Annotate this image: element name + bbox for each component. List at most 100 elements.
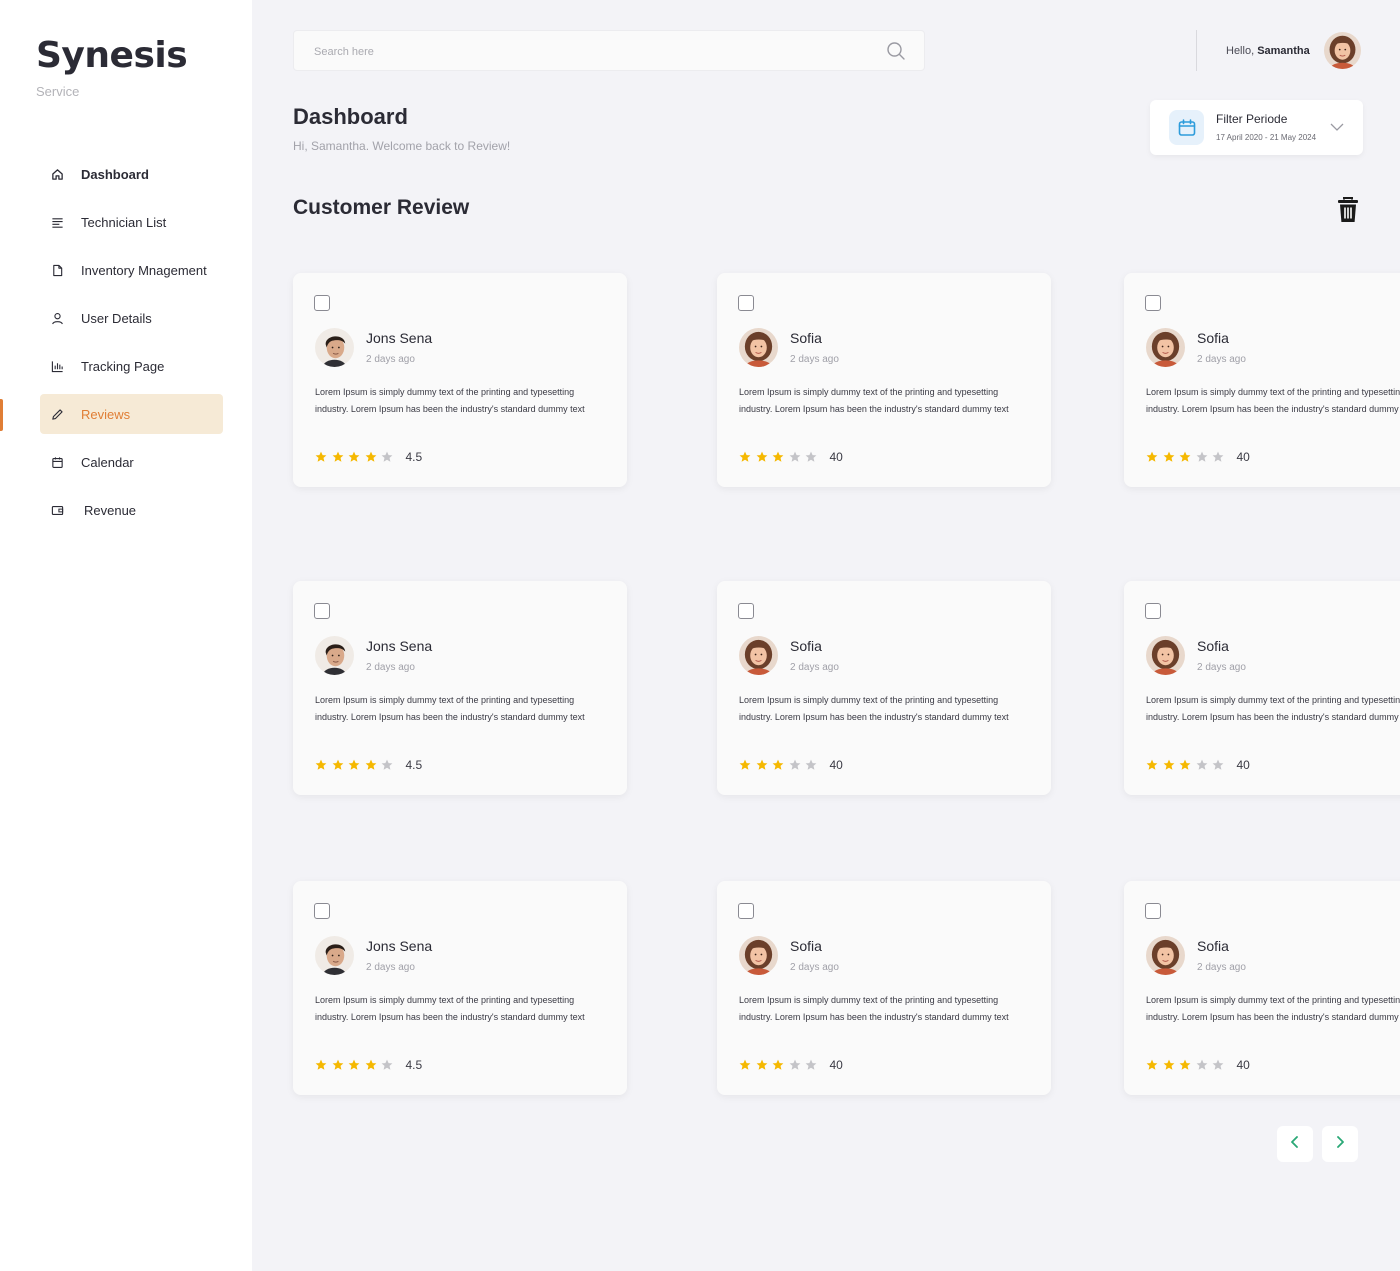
star-icon: [332, 1059, 343, 1070]
review-checkbox[interactable]: [738, 603, 754, 619]
star-icon: [756, 1059, 767, 1070]
sidebar-item-user-details[interactable]: User Details: [40, 298, 223, 338]
star-icon: [1146, 451, 1158, 462]
reviewer-name: Jons Sena: [366, 638, 433, 654]
star-icon: [1196, 759, 1207, 770]
star-icon: [348, 759, 360, 770]
star-icon: [315, 759, 327, 770]
star-icon: [772, 451, 784, 462]
bar-chart-icon: [50, 359, 64, 373]
star-rating: 4.5: [315, 1058, 422, 1072]
calendar-icon: [50, 455, 64, 469]
star-rating: 4.5: [315, 758, 422, 772]
next-page-button[interactable]: [1322, 1126, 1358, 1162]
sidebar-item-calendar[interactable]: Calendar: [40, 442, 223, 482]
review-text: Lorem Ipsum is simply dummy text of the …: [1146, 995, 1400, 1022]
star-icon: [739, 451, 751, 462]
avatar[interactable]: [1324, 32, 1361, 69]
star-rating: 40: [1146, 1058, 1250, 1072]
active-indicator: [0, 399, 3, 431]
star-icon: [1179, 1059, 1191, 1070]
review-card[interactable]: Sofia 2 days ago Lorem Ipsum is simply dum…: [1124, 581, 1400, 795]
star-icon: [381, 451, 393, 462]
review-text: Lorem Ipsum is simply dummy text of the …: [1146, 695, 1400, 722]
sidebar-item-reviews[interactable]: Reviews: [40, 394, 223, 434]
review-checkbox[interactable]: [1145, 295, 1161, 311]
avatar: [315, 936, 354, 975]
star-icon: [315, 1059, 327, 1070]
star-icon: [1163, 451, 1174, 462]
trash-icon[interactable]: [1336, 196, 1360, 224]
review-card[interactable]: Sofia 2 days ago Lorem Ipsum is simply dum…: [717, 581, 1051, 795]
filter-title: Filter Periode: [1216, 112, 1288, 126]
reviewer-name: Sofia: [790, 938, 822, 954]
search-input[interactable]: [314, 42, 854, 62]
sidebar-item-label: User Details: [81, 310, 152, 326]
list-icon: [50, 215, 64, 229]
star-icon: [789, 451, 800, 462]
review-card[interactable]: Sofia 2 days ago Lorem Ipsum is simply dum…: [1124, 273, 1400, 487]
review-checkbox[interactable]: [314, 603, 330, 619]
review-text: Lorem Ipsum is simply dummy text of the …: [739, 387, 1009, 414]
review-checkbox[interactable]: [314, 295, 330, 311]
sidebar-nav: Dashboard Technician List Inventory Mnag…: [40, 154, 223, 538]
header-divider: [1196, 30, 1197, 71]
chevron-left-icon: [1289, 1135, 1301, 1154]
brand-logo[interactable]: Synesis: [36, 36, 188, 76]
sidebar-item-label: Tracking Page: [81, 358, 165, 374]
filter-date-range: 17 April 2020 - 21 May 2024: [1216, 133, 1317, 142]
review-time: 2 days ago: [1197, 662, 1246, 673]
review-checkbox[interactable]: [738, 903, 754, 919]
star-icon: [756, 451, 767, 462]
review-checkbox[interactable]: [1145, 903, 1161, 919]
review-checkbox[interactable]: [314, 903, 330, 919]
sidebar-item-technician-list[interactable]: Technician List: [40, 202, 223, 242]
star-rating: 40: [1146, 450, 1250, 464]
file-icon: [50, 263, 64, 277]
rating-value: 40: [829, 758, 843, 772]
review-card[interactable]: Sofia 2 days ago Lorem Ipsum is simply dum…: [717, 881, 1051, 1095]
avatar: [739, 936, 778, 975]
star-icon: [332, 451, 343, 462]
star-icon: [381, 1059, 393, 1070]
sidebar-item-dashboard[interactable]: Dashboard: [40, 154, 223, 194]
review-card[interactable]: Sofia 2 days ago Lorem Ipsum is simply dum…: [717, 273, 1051, 487]
rating-value: 40: [1236, 758, 1250, 772]
review-text: Lorem Ipsum is simply dummy text of the …: [315, 695, 585, 722]
star-icon: [1146, 1059, 1158, 1070]
review-checkbox[interactable]: [738, 295, 754, 311]
star-icon: [1146, 759, 1158, 770]
sidebar-item-tracking[interactable]: Tracking Page: [40, 346, 223, 386]
avatar: [739, 328, 778, 367]
sidebar-item-label: Calendar: [81, 454, 134, 470]
prev-page-button[interactable]: [1277, 1126, 1313, 1162]
pencil-icon: [50, 407, 64, 421]
sidebar-item-revenue[interactable]: Revenue: [40, 490, 223, 530]
greeting-text: Hello,: [1226, 45, 1255, 57]
reviewer-name: Sofia: [1197, 638, 1229, 654]
sidebar-item-inventory[interactable]: Inventory Mnagement: [40, 250, 223, 290]
avatar: [739, 636, 778, 675]
star-icon: [365, 451, 376, 462]
review-card[interactable]: Sofia 2 days ago Lorem Ipsum is simply dum…: [1124, 881, 1400, 1095]
review-card[interactable]: Jons Sena 2 days ago Lorem Ipsum is simply…: [293, 273, 627, 487]
user-name: Samantha: [1257, 45, 1310, 57]
review-card[interactable]: Jons Sena 2 days ago Lorem Ipsum is simply…: [293, 581, 627, 795]
review-checkbox[interactable]: [1145, 603, 1161, 619]
review-card[interactable]: Jons Sena 2 days ago Lorem Ipsum is simply…: [293, 881, 627, 1095]
calendar-icon: [1169, 110, 1204, 145]
star-icon: [739, 759, 751, 770]
rating-value: 4.5: [405, 758, 423, 772]
reviewer-name: Jons Sena: [366, 330, 433, 346]
review-time: 2 days ago: [790, 354, 839, 365]
filter-period-dropdown[interactable]: Filter Periode 17 April 2020 - 21 May 20…: [1150, 100, 1363, 155]
search-icon[interactable]: [886, 41, 906, 61]
avatar: [1146, 936, 1185, 975]
sidebar-item-label: Reviews: [81, 406, 131, 422]
star-icon: [1179, 759, 1191, 770]
star-icon: [756, 759, 767, 770]
star-icon: [805, 759, 817, 770]
review-time: 2 days ago: [1197, 354, 1246, 365]
review-text: Lorem Ipsum is simply dummy text of the …: [739, 995, 1009, 1022]
rating-value: 4.5: [405, 1058, 423, 1072]
